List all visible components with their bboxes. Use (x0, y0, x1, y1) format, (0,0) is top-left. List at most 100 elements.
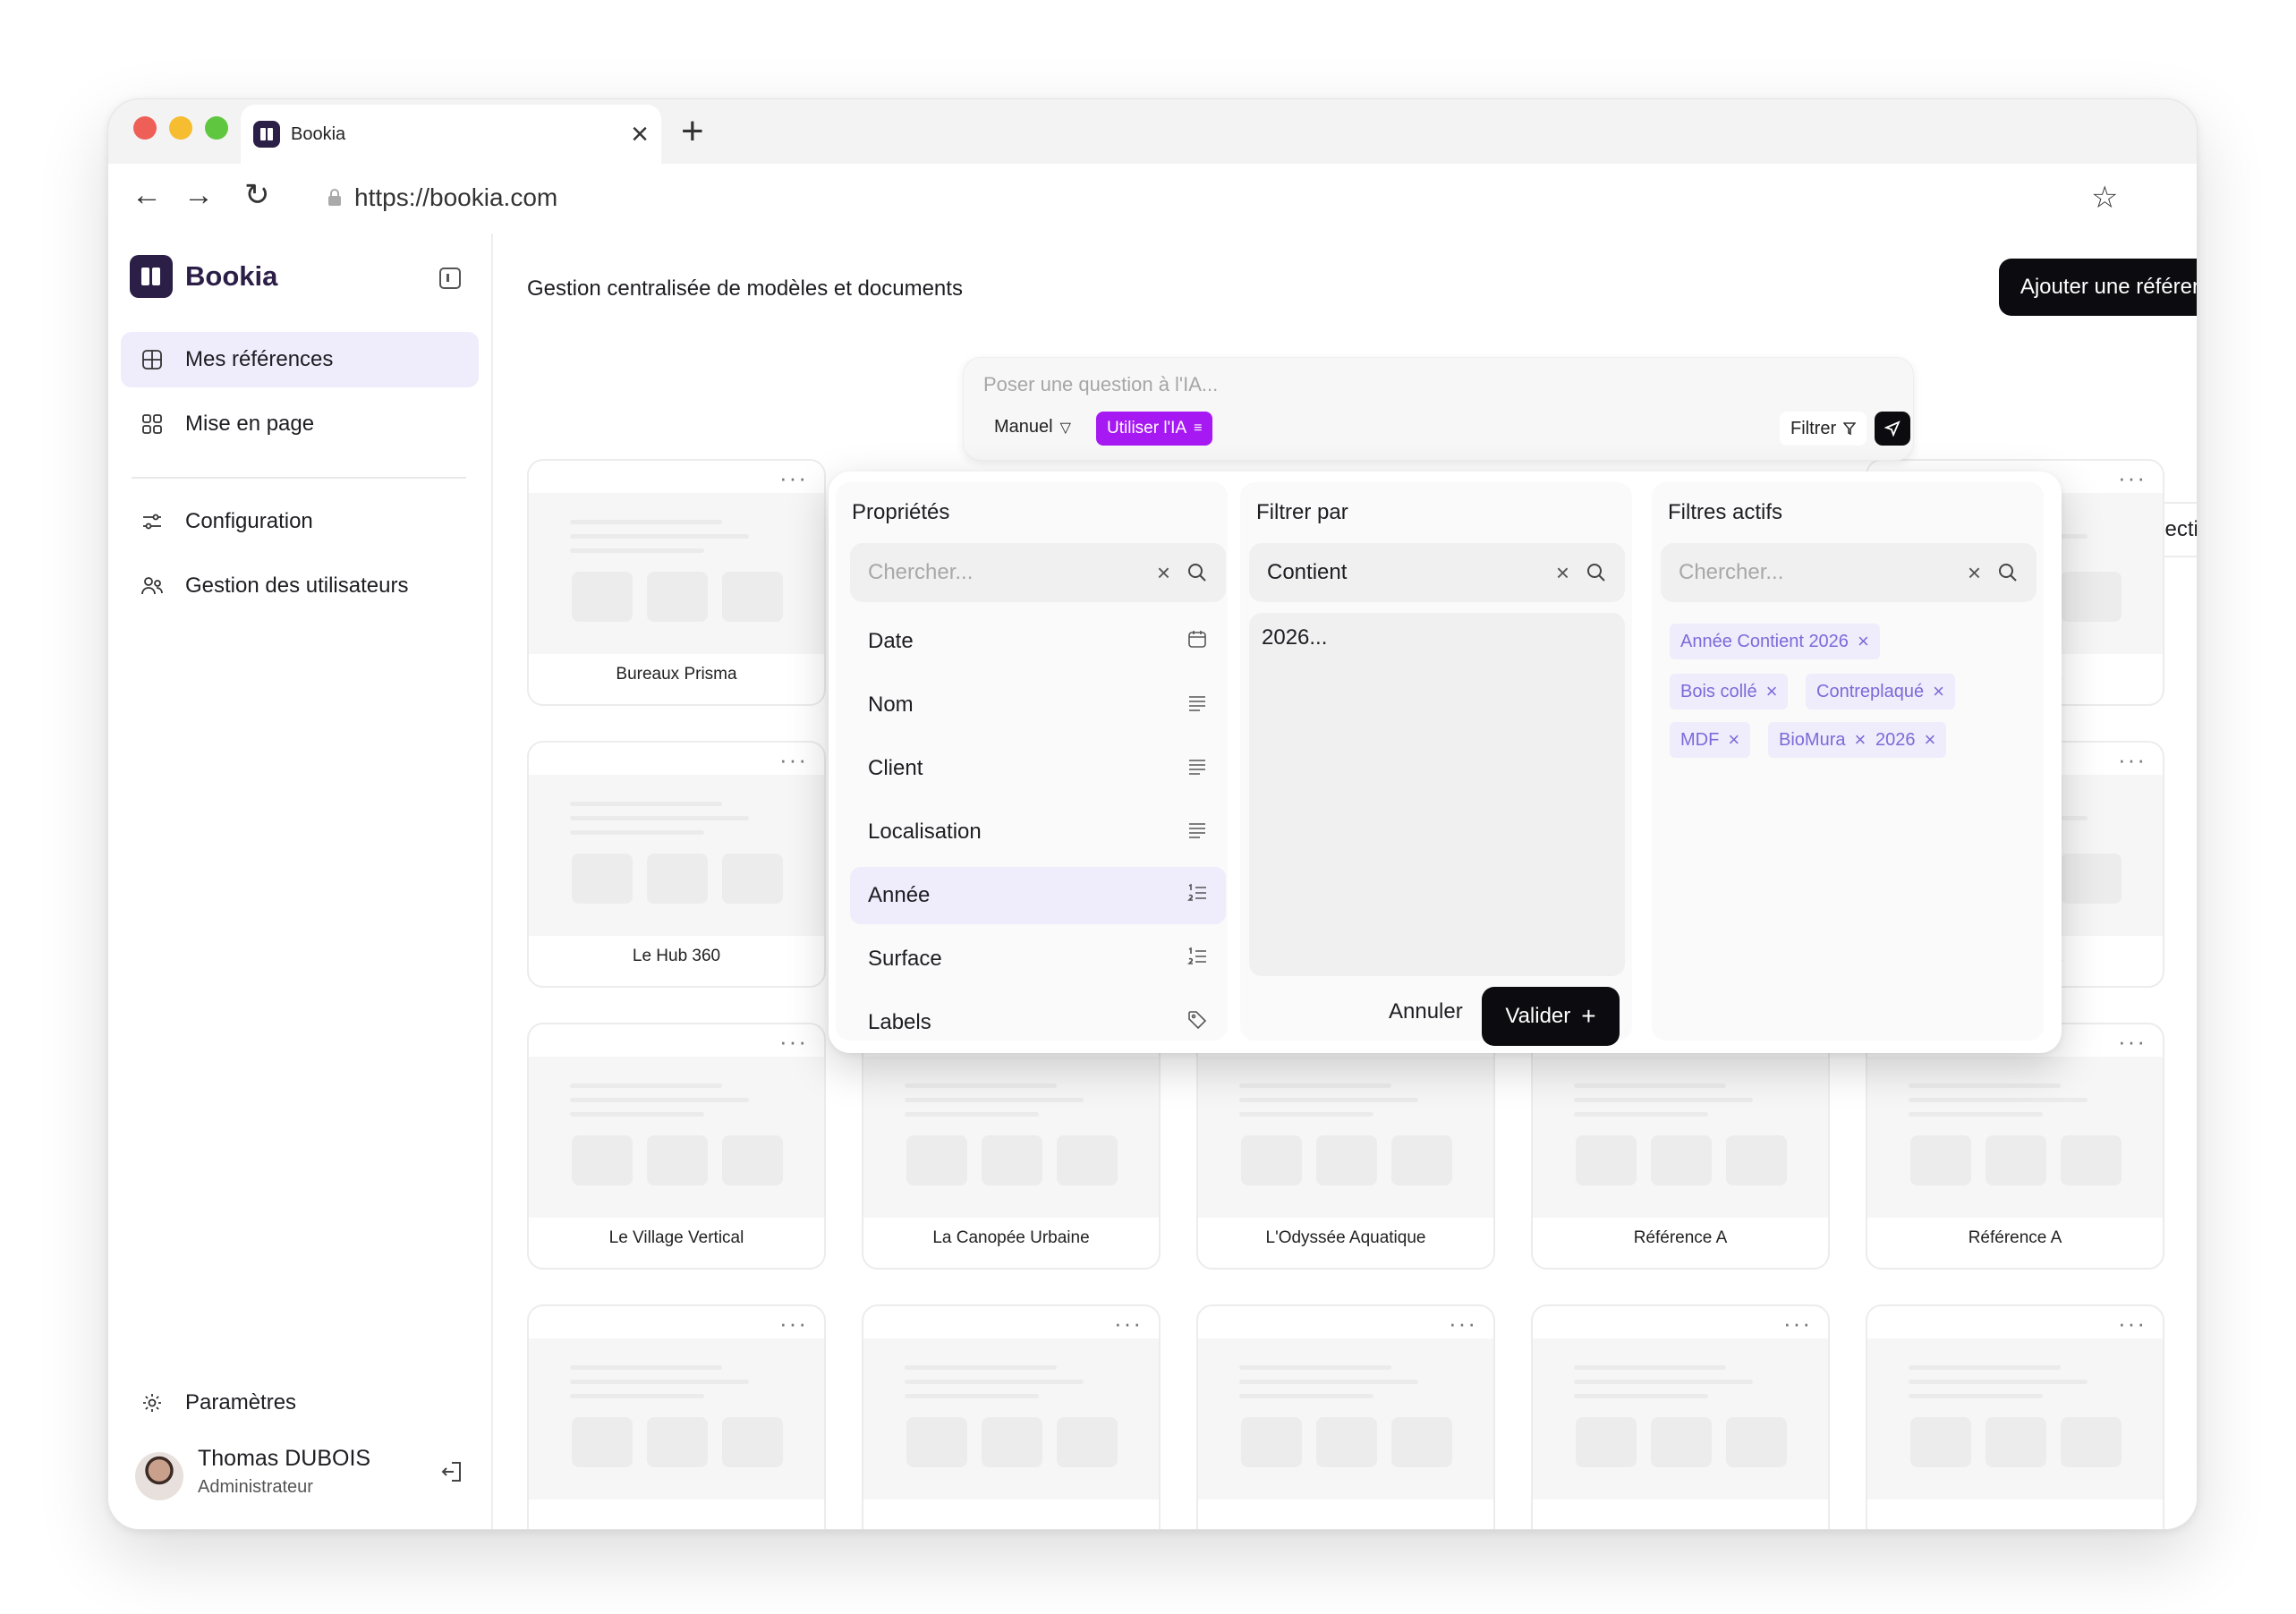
property-label: Surface (868, 947, 942, 971)
send-button[interactable] (1875, 412, 1910, 446)
clear-icon[interactable]: × (1556, 559, 1569, 587)
thumbnail-line (570, 1083, 722, 1088)
forward-arrow-icon[interactable]: → (183, 180, 214, 210)
more-options-icon[interactable]: ··· (1783, 1312, 1812, 1335)
reference-card[interactable]: ··· Le Village Vertical (527, 1023, 826, 1270)
card-label: Bureaux Prisma (616, 665, 737, 684)
more-options-icon[interactable]: ··· (2118, 1312, 2147, 1335)
thumbnail-line (1574, 1365, 1726, 1370)
reference-card[interactable]: ··· (1531, 1304, 1830, 1529)
clear-icon[interactable]: × (1157, 559, 1170, 587)
maximize-window-button[interactable] (205, 116, 228, 140)
sidebar-item-mes-references[interactable]: Mes références (121, 332, 479, 387)
reference-card[interactable]: ··· Le Hub 360 (527, 741, 826, 988)
active-filters-title: Filtres actifs (1668, 500, 1783, 524)
url-field[interactable]: https://bookia.com (310, 173, 2144, 223)
browser-tab[interactable]: Bookia × (241, 105, 661, 164)
filter-value-textarea[interactable]: 2026... (1249, 613, 1625, 976)
back-arrow-icon[interactable]: ← (132, 180, 162, 210)
more-options-icon[interactable]: ··· (1449, 1312, 1477, 1335)
more-options-icon[interactable]: ··· (2118, 466, 2147, 489)
filter-by-title: Filtrer par (1256, 500, 1348, 524)
reference-card[interactable]: ··· (862, 1304, 1161, 1529)
bookmark-star-icon[interactable]: ☆ (2091, 180, 2118, 216)
property-item[interactable]: Nom (850, 676, 1226, 734)
sidebar-item-gestion-utilisateurs[interactable]: Gestion des utilisateurs (121, 558, 479, 614)
avatar[interactable] (135, 1452, 183, 1500)
cancel-button[interactable]: Annuler (1389, 999, 1463, 1024)
property-item[interactable]: Client (850, 740, 1226, 797)
thumbnail-block (722, 1135, 783, 1185)
property-item[interactable]: Date (850, 613, 1226, 670)
thumbnail-line (1239, 1380, 1418, 1384)
more-options-icon[interactable]: ··· (779, 1030, 808, 1053)
active-filters-search-input[interactable] (1679, 560, 1968, 585)
remove-chip-icon[interactable]: × (1766, 680, 1778, 703)
reference-card[interactable]: ···Référence A (1531, 1023, 1830, 1270)
property-item[interactable]: Année (850, 867, 1226, 924)
minimize-window-button[interactable] (169, 116, 192, 140)
remove-chip-icon[interactable]: × (1858, 630, 1869, 653)
properties-search-input[interactable] (868, 560, 1157, 585)
operator-select[interactable]: × (1249, 543, 1625, 602)
more-options-icon[interactable]: ··· (779, 748, 808, 771)
remove-chip-icon[interactable]: × (1925, 728, 1936, 752)
close-window-button[interactable] (133, 116, 157, 140)
search-icon[interactable] (1997, 562, 2019, 583)
thumbnail-line (1574, 1098, 1753, 1102)
sidebar-item-configuration[interactable]: Configuration (121, 494, 479, 549)
validate-button[interactable]: Valider + (1482, 987, 1620, 1046)
thumbnail-line (570, 520, 722, 524)
sidebar-item-parametres[interactable]: Paramètres (121, 1375, 479, 1431)
reference-card[interactable]: ···L'Odyssée Aquatique (1196, 1023, 1495, 1270)
thumbnail-line (1909, 1380, 2088, 1384)
property-item[interactable]: Localisation (850, 803, 1226, 861)
manual-mode-toggle[interactable]: Manuel ▽ (994, 417, 1071, 437)
filter-button[interactable]: Filtrer (1780, 412, 1867, 446)
card-thumbnail (1867, 1338, 2163, 1499)
operator-input[interactable] (1267, 560, 1556, 585)
collapse-sidebar-icon[interactable] (439, 268, 461, 289)
add-reference-button[interactable]: Ajouter une référence + (1999, 259, 2197, 316)
card-label: L'Odyssée Aquatique (1265, 1228, 1426, 1247)
card-label: La Canopée Urbaine (932, 1228, 1090, 1247)
active-filter-chip[interactable]: Bois collé × (1670, 674, 1789, 709)
remove-chip-icon[interactable]: × (1728, 728, 1739, 752)
thumbnail-line (1909, 1112, 2043, 1117)
thumbnail-line (905, 1083, 1057, 1088)
thumbnail-block (1576, 1135, 1637, 1185)
reference-card[interactable]: ···La Canopée Urbaine (862, 1023, 1161, 1270)
active-filters-search: × (1661, 543, 2037, 602)
thumbnail-line (905, 1112, 1039, 1117)
more-options-icon[interactable]: ··· (779, 1312, 808, 1335)
more-options-icon[interactable]: ··· (1114, 1312, 1143, 1335)
active-filter-chip[interactable]: Contreplaqué × (1806, 674, 1955, 709)
close-tab-icon[interactable]: × (631, 119, 649, 149)
reference-card[interactable]: ···Référence A (1866, 1023, 2164, 1270)
active-filter-chip[interactable]: Année Contient 2026 × (1670, 624, 1880, 659)
thumbnail-block (1316, 1135, 1377, 1185)
clear-icon[interactable]: × (1968, 559, 1981, 587)
more-options-icon[interactable]: ··· (2118, 1030, 2147, 1053)
new-tab-icon[interactable]: + (681, 112, 704, 151)
reference-card[interactable]: ··· (527, 1304, 826, 1529)
active-filter-chip[interactable]: MDF × (1670, 722, 1751, 758)
property-item[interactable]: Labels (850, 994, 1226, 1051)
remove-chip-icon[interactable]: × (1933, 680, 1944, 703)
reference-card[interactable]: ··· Bureaux Prisma (527, 459, 826, 706)
reference-card[interactable]: ··· (1196, 1304, 1495, 1529)
use-ai-button[interactable]: Utiliser l'IA ≡ (1096, 412, 1213, 446)
more-options-icon[interactable]: ··· (779, 466, 808, 489)
search-icon[interactable] (1186, 562, 1208, 583)
more-options-icon[interactable]: ··· (2118, 748, 2147, 771)
active-filter-chip[interactable]: 2026 × (1865, 722, 1947, 758)
reference-card[interactable]: ··· (1866, 1304, 2164, 1529)
ai-question-input[interactable] (983, 369, 1878, 401)
property-item[interactable]: Surface (850, 930, 1226, 988)
active-filter-chip[interactable]: BioMura × (1768, 722, 1877, 758)
reload-icon[interactable]: ↻ (244, 180, 270, 210)
search-icon[interactable] (1586, 562, 1607, 583)
logout-icon[interactable] (439, 1459, 464, 1491)
text-icon (1186, 819, 1208, 846)
sidebar-item-mise-en-page[interactable]: Mise en page (121, 396, 479, 452)
